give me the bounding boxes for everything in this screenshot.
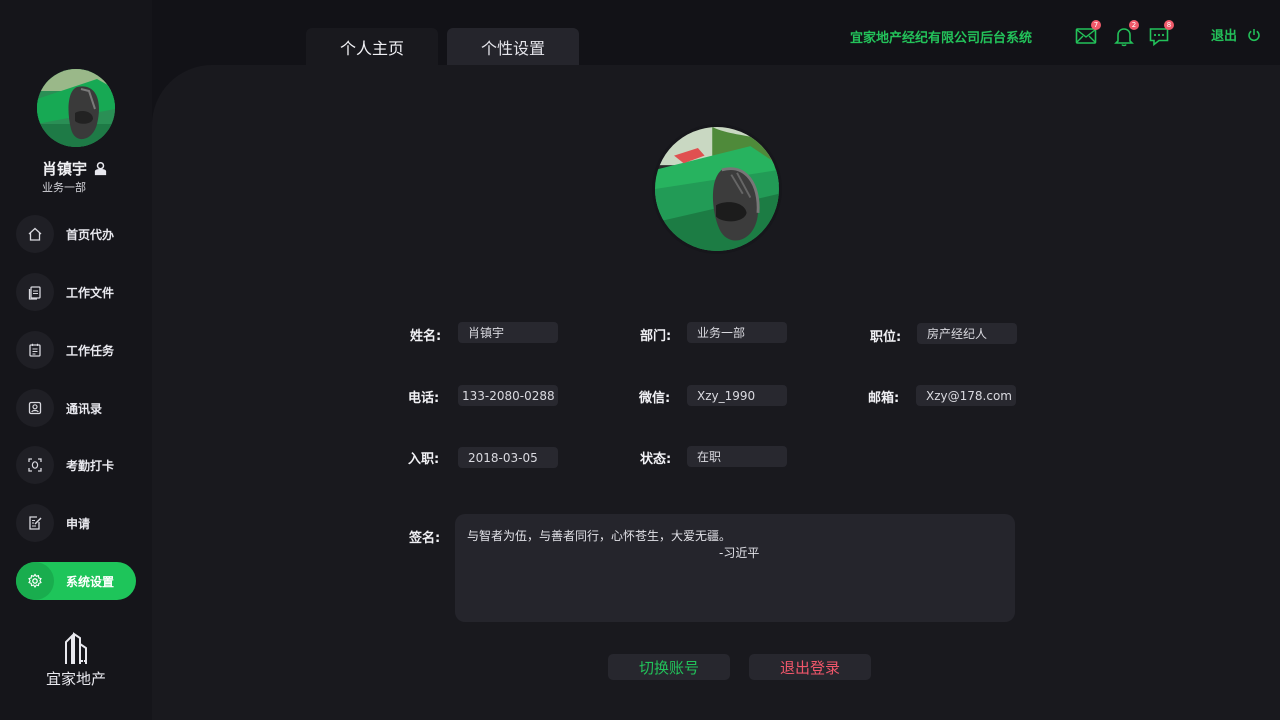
position-label: 职位: xyxy=(870,330,902,345)
email-label: 邮箱: xyxy=(868,391,900,406)
sidebar-item-label: 考勤打卡 xyxy=(66,458,115,473)
tab-personal-settings[interactable]: 个性设置 xyxy=(447,28,579,65)
department-field[interactable]: 业务一部 xyxy=(687,322,787,343)
name-field[interactable]: 肖镇宇 xyxy=(458,322,558,343)
sidebar-item-work-tasks[interactable]: 工作任务 xyxy=(16,331,136,369)
signature-text: 与智者为伍，与善者同行，心怀苍生，大爱无疆。 xyxy=(467,529,732,543)
sidebar-item-work-files[interactable]: 工作文件 xyxy=(16,273,136,311)
sidebar-item-attendance[interactable]: 考勤打卡 xyxy=(16,446,136,484)
signature-label: 签名: xyxy=(409,531,441,546)
face-scan-icon xyxy=(16,446,54,484)
user-avatar[interactable] xyxy=(37,69,115,147)
power-icon xyxy=(1248,28,1260,41)
department-label: 部门: xyxy=(640,329,672,344)
sidebar-item-label: 系统设置 xyxy=(66,574,115,589)
logout-link[interactable]: 退出 xyxy=(1211,25,1261,44)
join-date-label: 入职: xyxy=(408,452,440,467)
user-department: 业务一部 xyxy=(42,181,86,194)
switch-account-button[interactable]: 切换账号 xyxy=(608,654,730,680)
files-icon xyxy=(16,273,54,311)
phone-label: 电话: xyxy=(408,391,440,406)
building-logo-icon xyxy=(65,632,87,664)
name-label: 姓名: xyxy=(410,329,442,344)
tab-profile-home[interactable]: 个人主页 xyxy=(306,28,438,65)
sidebar-item-contacts[interactable]: 通讯录 xyxy=(16,389,136,427)
gear-icon xyxy=(16,562,54,600)
task-icon xyxy=(16,331,54,369)
sidebar-item-apply[interactable]: 申请 xyxy=(16,504,136,542)
position-field[interactable]: 房产经纪人 xyxy=(917,323,1017,344)
join-date-field[interactable]: 2018-03-05 xyxy=(458,447,558,468)
chat-badge: 8 xyxy=(1164,20,1174,30)
edit-doc-icon xyxy=(16,504,54,542)
user-badge-icon xyxy=(94,161,107,176)
email-field[interactable]: Xzy@178.com xyxy=(916,385,1016,406)
profile-avatar[interactable] xyxy=(652,124,782,254)
mail-button[interactable]: 7 xyxy=(1073,20,1101,48)
bell-badge: 2 xyxy=(1129,20,1139,30)
chat-button[interactable]: 8 xyxy=(1146,20,1174,48)
signature-author: -习近平 xyxy=(719,546,760,560)
wechat-field[interactable]: Xzy_1990 xyxy=(687,385,787,406)
status-field[interactable]: 在职 xyxy=(687,446,787,467)
logout-link-label: 退出 xyxy=(1211,29,1238,44)
sidebar-item-label: 通讯录 xyxy=(66,401,103,416)
logout-button[interactable]: 退出登录 xyxy=(749,654,871,680)
sidebar-item-label: 工作任务 xyxy=(66,343,115,358)
sidebar-item-system-settings[interactable]: 系统设置 xyxy=(16,562,136,600)
wechat-label: 微信: xyxy=(639,391,671,406)
sidebar-item-label: 首页代办 xyxy=(66,227,115,242)
notification-button[interactable]: 2 xyxy=(1111,20,1139,48)
phone-field[interactable]: 133-2080-0288 xyxy=(458,385,558,406)
signature-textarea[interactable]: 与智者为伍，与善者同行，心怀苍生，大爱无疆。 -习近平 xyxy=(455,514,1015,622)
brand-name: 宜家地产 xyxy=(45,670,106,688)
sidebar-item-label: 申请 xyxy=(66,516,91,531)
brand-logo: 宜家地产 xyxy=(40,630,112,689)
user-name-text: 肖镇宇 xyxy=(42,160,88,178)
sidebar: 肖镇宇 业务一部 首页代办 工作文件 工作任务 通讯录 考勤打卡 申请 系统设置… xyxy=(0,0,152,720)
sidebar-item-home-todo[interactable]: 首页代办 xyxy=(16,215,136,253)
mail-badge: 7 xyxy=(1091,20,1101,30)
status-label: 状态: xyxy=(640,452,672,467)
user-name: 肖镇宇 xyxy=(42,158,108,179)
contacts-icon xyxy=(16,389,54,427)
company-title: 宜家地产经纪有限公司后台系统 xyxy=(850,31,1033,46)
home-icon xyxy=(16,215,54,253)
sidebar-item-label: 工作文件 xyxy=(66,285,115,300)
